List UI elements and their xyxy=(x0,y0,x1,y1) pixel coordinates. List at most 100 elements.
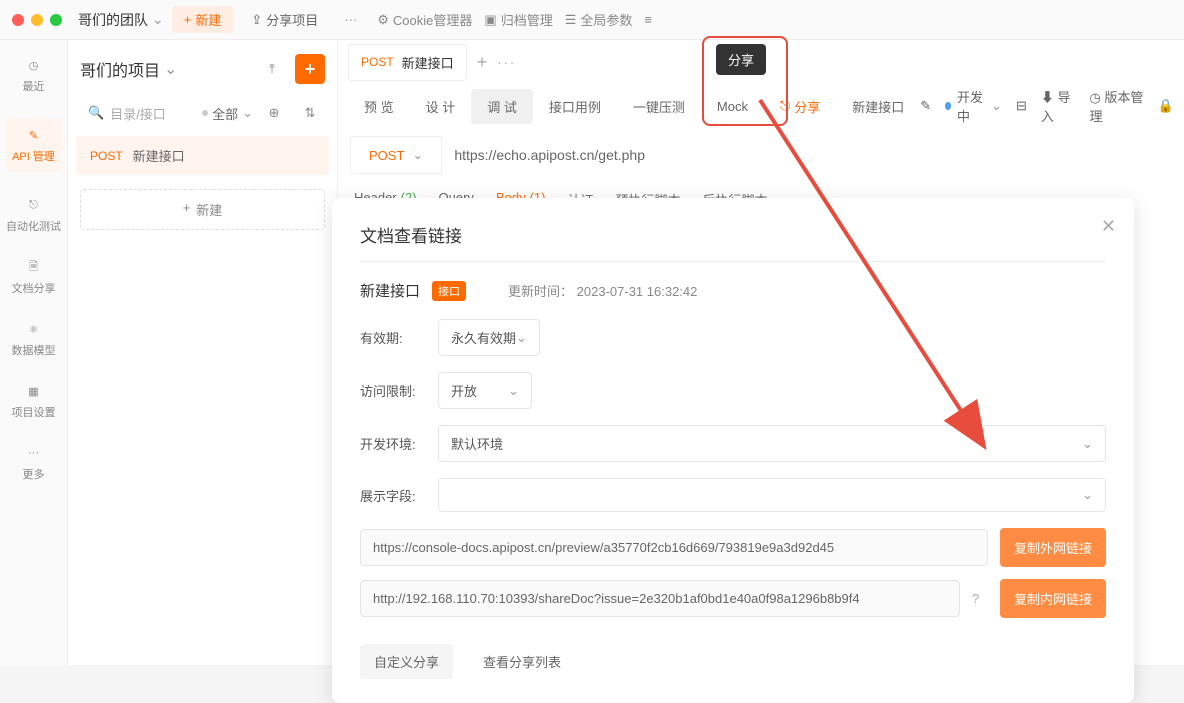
sort-icon[interactable]: ⇅ xyxy=(295,98,325,128)
api-tab[interactable]: POST 新建接口 xyxy=(348,44,467,81)
share-link-modal: ✕ 文档查看链接 新建接口 接口 更新时间： 2023-07-31 16:32:… xyxy=(332,198,1134,703)
chevron-down-icon xyxy=(412,147,423,163)
tree-panel: 哥们的项目 ⤒ + 🔍 目录/接口 全部 ⊕ ⇅ POST 新建接口 xyxy=(68,40,338,665)
tab-more-button[interactable]: ··· xyxy=(497,55,516,70)
upload-icon[interactable]: ⤒ xyxy=(257,54,287,84)
cookie-manager-link[interactable]: ⚙ Cookie管理器 xyxy=(377,10,472,29)
gear-icon: ⚙ xyxy=(377,12,389,28)
copy-internal-button[interactable]: 复制内网链接 xyxy=(1000,579,1106,618)
chevron-down-icon xyxy=(991,98,1002,114)
sidebar-item-docshare[interactable]: 🗎 文档分享 xyxy=(12,258,56,296)
sidebar-item-api[interactable]: ✎ API 管理 xyxy=(6,118,62,172)
params-icon: ☰ xyxy=(565,12,577,28)
note-icon[interactable]: ✎ xyxy=(920,98,931,114)
chevron-down-icon xyxy=(1082,487,1093,503)
add-button[interactable]: + xyxy=(295,54,325,84)
automation-icon: ⎋ xyxy=(25,196,43,214)
url-bar: POST https://echo.apipost.cn/get.php xyxy=(338,128,1184,182)
view-share-list-button[interactable]: 查看分享列表 xyxy=(469,644,575,679)
fields-select[interactable] xyxy=(438,478,1106,512)
team-selector[interactable]: 哥们的团队 xyxy=(78,10,164,30)
subtab-share[interactable]: ⎋ 分享 xyxy=(764,89,836,124)
method-label: POST xyxy=(90,149,123,163)
chevron-down-icon xyxy=(164,59,177,79)
model-icon: ⚛ xyxy=(25,320,43,338)
plus-icon: + xyxy=(183,200,191,219)
env-status[interactable]: 开发中 xyxy=(945,87,1002,125)
access-label: 访问限制: xyxy=(360,381,424,400)
add-new-button[interactable]: + 新建 xyxy=(80,189,325,230)
more-icon: ··· xyxy=(25,444,43,462)
share-icon: ⎋ xyxy=(780,98,790,114)
subtab-mock[interactable]: Mock xyxy=(701,91,764,122)
fields-label: 展示字段: xyxy=(360,486,424,505)
custom-share-button[interactable]: 自定义分享 xyxy=(360,644,453,679)
api-icon: ✎ xyxy=(25,126,43,144)
url-input[interactable]: https://echo.apipost.cn/get.php xyxy=(442,137,1172,173)
history-icon: ◷ xyxy=(1089,90,1100,105)
indent-icon[interactable]: ⊟ xyxy=(1016,98,1027,114)
env-select[interactable]: 默认环境 xyxy=(438,425,1106,462)
subtab-newapi[interactable]: 新建接口 xyxy=(836,89,920,124)
more-button[interactable]: ··· xyxy=(336,8,365,31)
sidebar-item-recent[interactable]: ◷ 最近 xyxy=(23,56,45,94)
subtab-preview[interactable]: 预 览 xyxy=(348,89,410,124)
global-params-link[interactable]: ☰ 全局参数 xyxy=(565,10,633,29)
modal-api-name: 新建接口 xyxy=(360,280,420,301)
minimize-window-icon[interactable] xyxy=(31,14,43,26)
window-controls xyxy=(12,14,62,26)
expiry-select[interactable]: 永久有效期 xyxy=(438,319,540,356)
close-window-icon[interactable] xyxy=(12,14,24,26)
top-toolbar: 哥们的团队 + 新建 ⇪ 分享项目 ··· ⚙ Cookie管理器 ▣ 归档管理… xyxy=(0,0,1184,40)
collapse-icon[interactable]: ≡ xyxy=(644,12,652,27)
internal-url-input[interactable]: http://192.168.110.70:10393/shareDoc?iss… xyxy=(360,580,960,617)
dot-icon xyxy=(202,110,208,116)
copy-external-button[interactable]: 复制外网链接 xyxy=(1000,528,1106,567)
add-tab-button[interactable]: + xyxy=(477,52,488,73)
subtab-usecase[interactable]: 接口用例 xyxy=(533,89,617,124)
project-selector[interactable]: 哥们的项目 xyxy=(80,57,177,81)
side-nav: ◷ 最近 ✎ API 管理 ⎋ 自动化测试 🗎 文档分享 ⚛ 数据模型 ▦ 项目… xyxy=(0,40,68,665)
chevron-down-icon xyxy=(516,330,527,346)
settings-icon: ▦ xyxy=(25,382,43,400)
share-project-button[interactable]: ⇪ 分享项目 xyxy=(241,6,328,33)
method-select[interactable]: POST xyxy=(350,136,442,174)
version-button[interactable]: ◷ 版本管理 xyxy=(1089,87,1143,125)
archive-icon: ▣ xyxy=(484,12,496,28)
doc-icon: 🗎 xyxy=(25,258,43,276)
search-icon: 🔍 xyxy=(88,105,104,121)
lock-icon[interactable]: 🔒 xyxy=(1158,98,1174,114)
chevron-down-icon xyxy=(242,105,253,121)
subtab-design[interactable]: 设 计 xyxy=(410,89,472,124)
sidebar-item-datamodel[interactable]: ⚛ 数据模型 xyxy=(12,320,56,358)
search-input[interactable]: 🔍 目录/接口 xyxy=(80,99,196,128)
access-select[interactable]: 开放 xyxy=(438,372,532,409)
sidebar-item-more[interactable]: ··· 更多 xyxy=(23,444,45,482)
new-button[interactable]: + 新建 xyxy=(172,6,234,33)
clock-icon: ◷ xyxy=(25,56,43,74)
share-project-label: 分享项目 xyxy=(266,10,318,29)
api-badge: 接口 xyxy=(432,281,466,301)
subtab-debug[interactable]: 调 试 xyxy=(471,89,533,124)
help-icon[interactable]: ? xyxy=(972,591,988,606)
plus-icon: + xyxy=(184,12,192,27)
maximize-window-icon[interactable] xyxy=(50,14,62,26)
chevron-down-icon xyxy=(1082,436,1093,452)
download-icon: ⬇ xyxy=(1041,90,1054,105)
filter-all[interactable]: 全部 xyxy=(202,104,253,123)
import-button[interactable]: ⬇ 导入 xyxy=(1041,87,1076,125)
api-tree-item[interactable]: POST 新建接口 xyxy=(76,136,329,175)
locate-icon[interactable]: ⊕ xyxy=(259,98,289,128)
sidebar-item-automation[interactable]: ⎋ 自动化测试 xyxy=(6,196,61,234)
external-url-input[interactable]: https://console-docs.apipost.cn/preview/… xyxy=(360,529,988,566)
subtab-stress[interactable]: 一键压测 xyxy=(617,89,701,124)
chevron-down-icon xyxy=(508,383,519,399)
archive-link[interactable]: ▣ 归档管理 xyxy=(484,10,552,29)
new-label: 新建 xyxy=(195,10,221,29)
method-label: POST xyxy=(361,55,394,69)
sub-tabs: 预 览 设 计 调 试 接口用例 一键压测 Mock ⎋ 分享 新建接口 ✎ 开… xyxy=(338,84,1184,128)
tab-name-label: 新建接口 xyxy=(402,53,454,72)
close-icon[interactable]: ✕ xyxy=(1101,216,1116,237)
sidebar-item-settings[interactable]: ▦ 项目设置 xyxy=(12,382,56,420)
modal-title: 文档查看链接 xyxy=(360,222,1106,262)
